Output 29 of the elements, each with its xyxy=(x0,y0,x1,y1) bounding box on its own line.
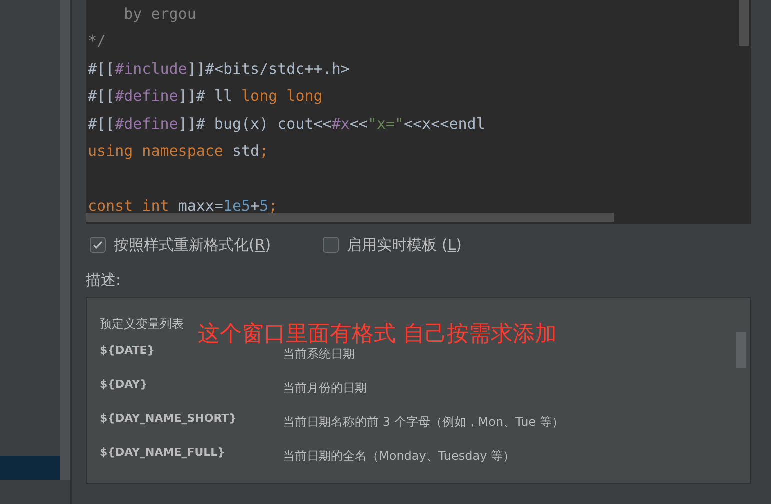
annotation-text: 这个窗口里面有格式 自己按需求添加 xyxy=(198,324,557,346)
scrollbar[interactable] xyxy=(739,0,749,46)
scrollbar[interactable] xyxy=(60,0,70,480)
variable-description: 当前日期名称的前 3 个字母（例如，Mon、Tue 等） xyxy=(283,414,564,431)
code-line: const int maxx=1e5+5; xyxy=(88,196,278,217)
scrollbar[interactable] xyxy=(86,213,614,222)
checkbox-option[interactable]: 按照样式重新格式化(R) xyxy=(90,234,272,256)
variable-name: ${DAY} xyxy=(100,377,149,393)
checkbox[interactable] xyxy=(323,237,340,254)
scrollbar[interactable] xyxy=(736,332,746,368)
variable-description: 当前日期的全名（Monday、Tuesday 等） xyxy=(283,448,516,465)
code-line: using namespace std; xyxy=(88,141,269,162)
variable-name: ${DAY_NAME_FULL} xyxy=(100,445,227,461)
code-line: #[[#define]]# ll long long xyxy=(88,86,323,107)
code-line: */ xyxy=(88,31,106,52)
heading: 预定义变量列表 xyxy=(100,318,185,330)
checkbox-option[interactable]: 启用实时模板 (L) xyxy=(323,234,462,256)
description-label: 描述: xyxy=(86,270,122,290)
variable-description: 当前系统日期 xyxy=(283,346,355,363)
variable-name: ${DATE} xyxy=(100,343,156,359)
code-editor[interactable]: by ergou */ #[[#include]]#<bits/stdc++.h> #[[#define]]# ll long long #[[#define]]# bug(x) cout<<#x<<"x="<<x<<endl using namespace std; const int maxx=1e5+5; xyxy=(86,0,751,224)
variable-description: 当前月份的日期 xyxy=(283,380,367,397)
checkbox[interactable] xyxy=(90,237,106,254)
variable-name: ${DAY_NAME_SHORT} xyxy=(100,411,238,427)
code-line: #[[#define]]# bug(x) cout<<#x<<"x="<<x<<endl xyxy=(88,114,486,134)
code-line: #[[#include]]#<bits/stdc++.h> xyxy=(88,58,350,80)
checkmark-icon xyxy=(92,239,104,252)
selected-row[interactable] xyxy=(0,456,60,480)
code-line: by ergou xyxy=(123,4,196,24)
